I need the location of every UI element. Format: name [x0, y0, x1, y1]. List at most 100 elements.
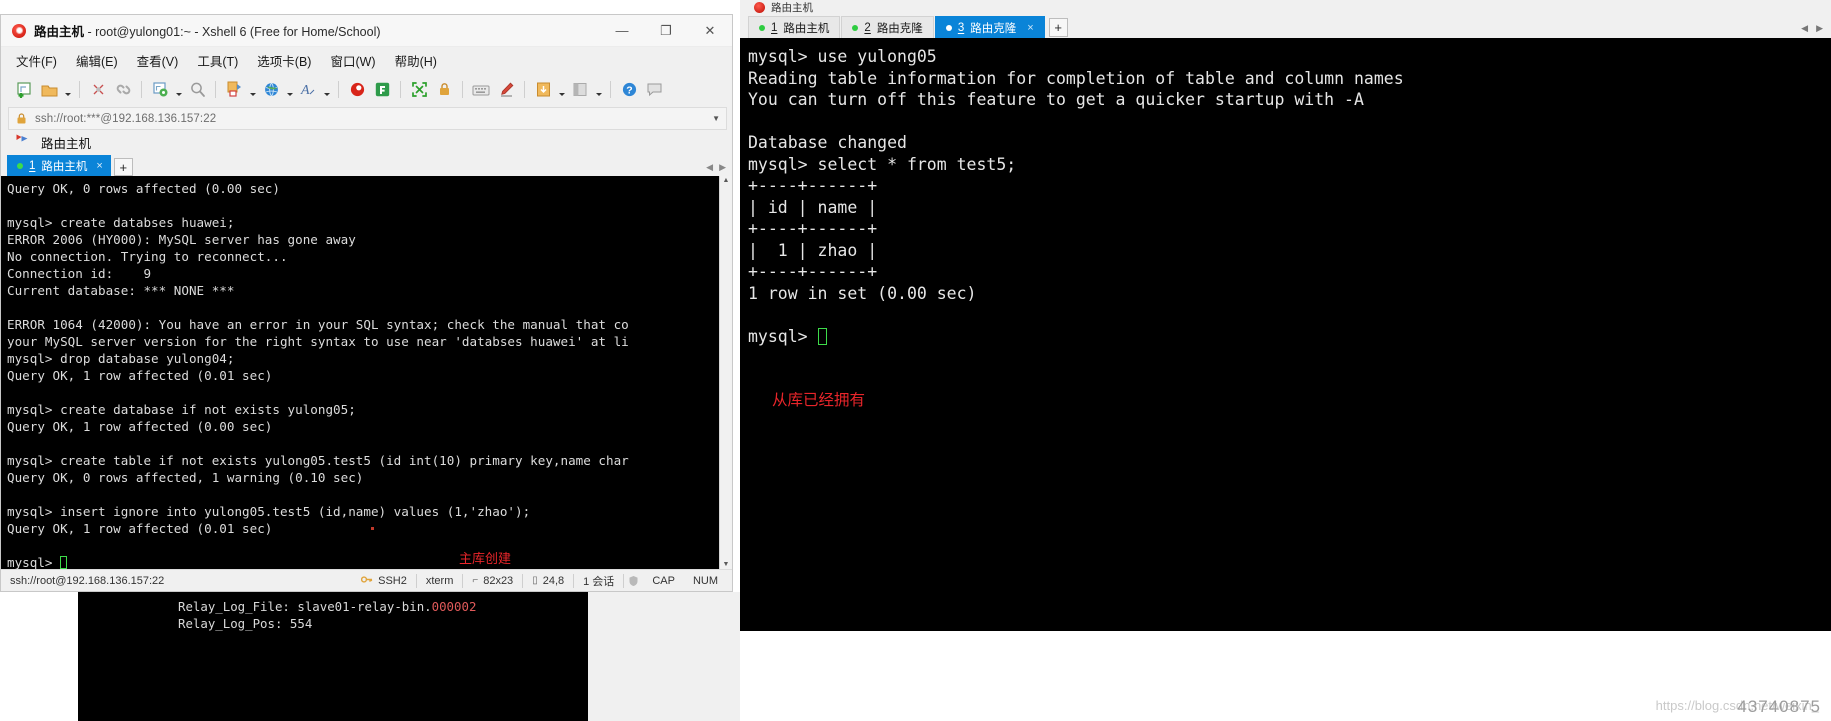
fullscreen-icon[interactable] [408, 79, 430, 101]
help-icon[interactable]: ? [618, 79, 640, 101]
toolbar: A ? [1, 73, 732, 106]
menu-help[interactable]: 帮助(H) [394, 49, 438, 72]
chevron-down-icon[interactable] [594, 79, 603, 101]
xshell-icon[interactable] [346, 79, 368, 101]
tab-next-icon[interactable]: ▶ [1816, 23, 1823, 34]
terminal-line: mysql> create table if not exists yulong… [7, 453, 629, 468]
tab-label: 路由主机 [41, 161, 88, 173]
address-value: ssh://root:***@192.168.136.157:22 [35, 112, 217, 125]
tab-routing-host[interactable]: 1 路由主机 × [7, 155, 111, 176]
log-icon[interactable] [532, 79, 554, 101]
transfer-file-icon[interactable] [223, 79, 245, 101]
terminal-scrollbar[interactable]: ▲ ▼ [719, 176, 732, 569]
layout-icon[interactable] [569, 79, 591, 101]
red-marker-dot [371, 527, 374, 530]
tab-routing-clone-3[interactable]: 3 路由克隆 × [934, 16, 1045, 38]
chevron-down-icon[interactable] [63, 79, 72, 101]
tab-close-icon[interactable]: × [96, 160, 102, 172]
bottom-right-filler [588, 592, 740, 721]
terminal-line: mysql> insert ignore into yulong05.test5… [7, 504, 531, 519]
menu-view[interactable]: 查看(V) [136, 49, 180, 72]
status-protocol-label: SSH2 [378, 574, 407, 587]
menu-tools[interactable]: 工具(T) [196, 49, 239, 72]
scroll-up-icon[interactable]: ▲ [723, 177, 730, 184]
right-window-title-bar: 路由主机 [740, 0, 1831, 14]
status-cap: CAP [652, 574, 675, 587]
chevron-down-icon[interactable] [248, 79, 257, 101]
terminal-cursor [817, 327, 827, 345]
chat-icon[interactable] [643, 79, 665, 101]
tab-nav-controls: ◀ ▶ [1801, 23, 1823, 34]
chevron-down-icon[interactable] [285, 79, 294, 101]
session-row[interactable]: 路由主机 [1, 130, 732, 154]
chevron-down-icon[interactable]: ▼ [712, 114, 720, 123]
bottom-partial-terminal[interactable]: Relay_Log_File: slave01-relay-bin.000002… [78, 592, 588, 721]
window-title-rest: - root@yulong01:~ - Xshell 6 (Free for H… [84, 25, 381, 39]
tab-label: 路由克隆 [970, 22, 1017, 35]
xshell-terminal[interactable]: Query OK, 0 rows affected (0.00 sec) mys… [1, 176, 719, 569]
add-tab-button[interactable]: + [113, 158, 133, 176]
address-bar[interactable]: ssh://root:***@192.168.136.157:22 ▼ [8, 107, 727, 130]
tab-index: 3 [957, 21, 965, 34]
open-folder-icon[interactable] [38, 79, 60, 101]
add-tab-button[interactable]: + [1048, 18, 1068, 37]
minimize-button[interactable]: — [600, 15, 644, 46]
close-button[interactable]: ✕ [688, 15, 732, 46]
maximize-button[interactable]: ❐ [644, 15, 688, 46]
window-title-project: 路由主机 [34, 25, 85, 39]
right-window-tabstrip: 1 路由主机 2 路由克隆 3 路由克隆 × + ◀ ▶ [740, 14, 1831, 38]
terminal-line: Query OK, 1 row affected (0.00 sec) [7, 419, 273, 434]
resize-icon: ⌐ [472, 575, 479, 586]
status-size: ⌐ 82x23 [463, 570, 522, 591]
menu-edit[interactable]: 编辑(E) [75, 49, 119, 72]
properties-icon[interactable] [149, 79, 171, 101]
toolbar-separator [610, 81, 611, 98]
status-sessions: 1 会话 [583, 575, 615, 588]
tab-prev-icon[interactable]: ◀ [1801, 23, 1808, 34]
tab-prev-icon[interactable]: ◀ [706, 162, 713, 173]
reconnect-icon[interactable] [112, 79, 134, 101]
chevron-down-icon[interactable] [174, 79, 183, 101]
toolbar-separator [141, 81, 142, 98]
xshell-title-bar: 路由主机 - root@yulong01:~ - Xshell 6 (Free … [1, 15, 732, 47]
menu-window[interactable]: 窗口(W) [329, 49, 376, 72]
new-session-icon[interactable] [13, 79, 35, 101]
menu-tabs[interactable]: 选项卡(B) [256, 49, 312, 72]
xftp-icon[interactable] [371, 79, 393, 101]
font-icon[interactable]: A [297, 79, 319, 101]
terminal-cursor [60, 556, 68, 569]
svg-text:?: ? [626, 85, 632, 97]
chevron-down-icon[interactable] [322, 79, 331, 101]
xshell-window: 路由主机 - root@yulong01:~ - Xshell 6 (Free … [0, 14, 733, 592]
status-num: NUM [692, 574, 718, 587]
tab-next-icon[interactable]: ▶ [719, 162, 726, 173]
relay-log-file-label: Relay_Log_File: slave01-relay-bin. [178, 599, 432, 614]
tab-index: 2 [864, 21, 871, 34]
terminal-line: Query OK, 0 rows affected, 1 warning (0.… [7, 470, 364, 485]
status-size-label: 82x23 [483, 574, 514, 587]
menu-file[interactable]: 文件(F) [15, 49, 58, 72]
lock-icon[interactable] [433, 79, 455, 101]
csdn-watermark-id: 43740875 [1737, 697, 1821, 716]
tab-close-icon[interactable]: × [1027, 22, 1033, 34]
status-term-type: xterm [425, 574, 454, 587]
highlight-pen-icon[interactable] [495, 79, 517, 101]
terminal-prompt-line: mysql> [7, 555, 61, 569]
right-window-title: 路由主机 [771, 1, 813, 14]
terminal-line: ERROR 2006 (HY000): MySQL server has gon… [7, 232, 356, 247]
xshell-app-logo-icon [11, 23, 27, 39]
disconnect-icon[interactable] [87, 79, 109, 101]
terminal-line: Current database: *** NONE *** [7, 283, 235, 298]
terminal-line: +----+------+ [748, 262, 878, 281]
tab-nav-controls: ◀ ▶ [706, 162, 726, 173]
search-icon[interactable] [186, 79, 208, 101]
tab-index: 1 [771, 21, 778, 34]
right-terminal[interactable]: mysql> use yulong05 Reading table inform… [740, 38, 1831, 631]
keyboard-icon[interactable] [470, 79, 492, 101]
tab-routing-host[interactable]: 1 路由主机 [748, 16, 841, 38]
chevron-down-icon[interactable] [557, 79, 566, 101]
scroll-down-icon[interactable]: ▼ [723, 561, 730, 568]
globe-icon[interactable] [260, 79, 282, 101]
terminal-line: | 1 | zhao | [748, 240, 878, 260]
tab-routing-clone-2[interactable]: 2 路由克隆 [841, 16, 934, 38]
